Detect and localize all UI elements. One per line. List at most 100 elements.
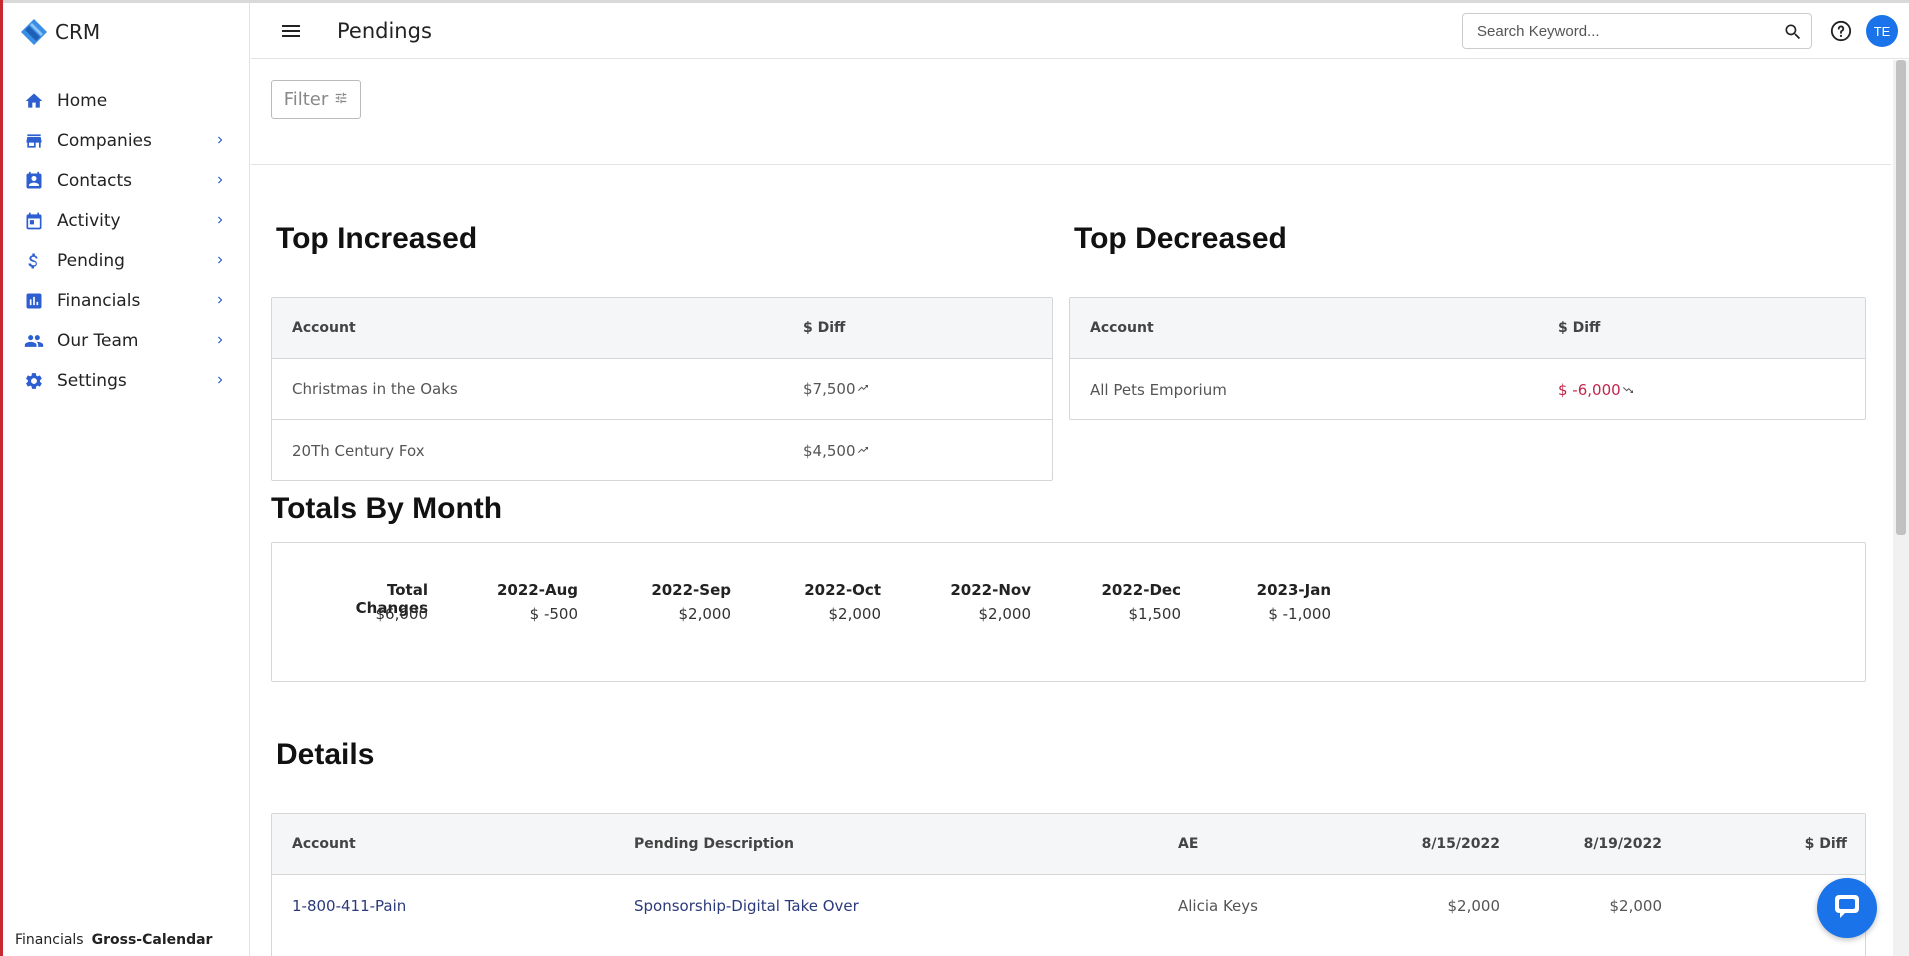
sidebar-footer-breadcrumb: Financials Gross-Calendar — [15, 932, 212, 948]
user-avatar[interactable]: TE — [1866, 15, 1898, 47]
table-row[interactable]: Christmas in the Oaks $7,500 — [272, 359, 1052, 420]
sidebar-item-companies[interactable]: Companies — [3, 121, 250, 161]
scrollbar-thumb[interactable] — [1896, 60, 1906, 535]
sidebar-nav: Home Companies Contacts Activity Pending… — [3, 81, 250, 401]
column-header-ae[interactable]: AE — [1178, 814, 1198, 874]
vertical-scrollbar[interactable] — [1893, 60, 1909, 956]
column-header-date-2[interactable]: 8/19/2022 — [1534, 814, 1662, 874]
top-decreased-title: Top Decreased — [1074, 222, 1287, 255]
month-column: 2022-Aug $ -500 — [472, 581, 578, 623]
column-header-account[interactable]: Account — [1090, 298, 1154, 358]
date-1-cell: $2,000 — [1447, 896, 1501, 915]
bar-chart-icon — [23, 290, 45, 312]
table-row[interactable]: All Pets Emporium $ -6,000 — [1070, 359, 1865, 420]
month-label: 2022-Oct — [804, 581, 881, 599]
sidebar-item-pending[interactable]: Pending — [3, 241, 250, 281]
diff-value: $ -6,000 — [1558, 380, 1621, 399]
tune-icon — [334, 89, 348, 110]
month-value: $ -500 — [529, 605, 578, 623]
table-header: Account Pending Description AE 8/15/2022… — [272, 814, 1865, 875]
month-label: 2023-Jan — [1256, 581, 1331, 599]
month-value: $6,000 — [375, 605, 429, 623]
sidebar-item-label: Our Team — [57, 331, 139, 351]
chevron-right-icon — [210, 170, 230, 190]
diff-value: $4,500 — [803, 441, 856, 460]
column-header-diff[interactable]: $ Diff — [1558, 298, 1600, 358]
hamburger-menu-icon[interactable] — [281, 21, 301, 41]
month-value: $2,000 — [978, 605, 1032, 623]
sidebar-item-contacts[interactable]: Contacts — [3, 161, 250, 201]
footer-view[interactable]: Gross-Calendar — [92, 932, 213, 948]
column-header-diff[interactable]: $ Diff — [803, 298, 845, 358]
chevron-right-icon — [210, 330, 230, 350]
month-label: 2022-Nov — [950, 581, 1031, 599]
column-header-diff[interactable]: $ Diff — [1732, 814, 1847, 874]
totals-by-month-title: Totals By Month — [271, 492, 503, 525]
table-row[interactable]: 20Th Century Fox $4,500 — [272, 420, 1052, 481]
trending-down-icon — [1622, 381, 1634, 399]
help-icon[interactable] — [1830, 20, 1852, 42]
diff-cell: $4,500 — [803, 420, 869, 481]
search-icon[interactable] — [1783, 22, 1803, 42]
month-value: $2,000 — [678, 605, 732, 623]
sidebar-item-activity[interactable]: Activity — [3, 201, 250, 241]
home-icon — [23, 90, 45, 112]
sidebar-item-label: Pending — [57, 251, 125, 271]
top-decreased-table: Account $ Diff All Pets Emporium $ -6,00… — [1069, 297, 1866, 420]
sidebar-item-label: Contacts — [57, 171, 132, 191]
month-column: 2023-Jan $ -1,000 — [1225, 581, 1331, 623]
account-cell: 20Th Century Fox — [292, 441, 425, 460]
details-table: Account Pending Description AE 8/15/2022… — [271, 813, 1866, 956]
footer-section[interactable]: Financials — [15, 932, 84, 948]
sidebar-item-settings[interactable]: Settings — [3, 361, 250, 401]
month-label: 2022-Dec — [1101, 581, 1182, 599]
month-column: 2022-Nov $2,000 — [925, 581, 1031, 623]
chat-bubble-icon — [1832, 892, 1862, 924]
month-column: 2022-Dec $1,500 — [1075, 581, 1182, 623]
crm-logo-icon — [19, 17, 49, 47]
column-header-date-1[interactable]: 8/15/2022 — [1372, 814, 1500, 874]
account-cell: Christmas in the Oaks — [292, 380, 458, 398]
month-column: Total Changes $6,000 — [322, 581, 428, 623]
page-title: Pendings — [337, 19, 432, 43]
sidebar-item-financials[interactable]: Financials — [3, 281, 250, 321]
main-content: Filter Top Increased Account $ Diff Chri… — [251, 60, 1891, 956]
chat-button[interactable] — [1817, 878, 1877, 938]
diff-value: $7,500 — [803, 380, 856, 398]
trending-up-icon — [857, 442, 869, 460]
sidebar-item-label: Home — [57, 91, 108, 111]
search-input[interactable] — [1477, 22, 1777, 40]
account-link[interactable]: 1-800-411-Pain — [292, 875, 406, 936]
month-value: $ -1,000 — [1268, 605, 1331, 623]
top-increased-table: Account $ Diff Christmas in the Oaks $7,… — [271, 297, 1053, 481]
sidebar-item-home[interactable]: Home — [3, 81, 250, 121]
people-icon — [23, 330, 45, 352]
store-icon — [23, 130, 45, 152]
sidebar-item-our-team[interactable]: Our Team — [3, 321, 250, 361]
filter-bar: Filter — [251, 60, 1891, 165]
month-label: 2022-Sep — [651, 581, 731, 599]
table-row[interactable]: 1-800-411-Pain Sponsorship-Digital Take … — [272, 875, 1865, 936]
sidebar: CRM Home Companies Contacts Activity Pen… — [3, 3, 250, 956]
column-header-description[interactable]: Pending Description — [634, 814, 794, 874]
month-value: $1,500 — [1128, 605, 1182, 623]
month-column: 2022-Oct $2,000 — [775, 581, 881, 623]
chevron-right-icon — [210, 130, 230, 150]
month-value: $2,000 — [828, 605, 882, 623]
chevron-right-icon — [210, 210, 230, 230]
app-logo[interactable]: CRM — [19, 17, 100, 47]
description-link[interactable]: Sponsorship-Digital Take Over — [634, 875, 859, 936]
column-header-account[interactable]: Account — [292, 298, 356, 358]
column-header-account[interactable]: Account — [292, 814, 356, 874]
calendar-icon — [23, 210, 45, 232]
filter-button[interactable]: Filter — [271, 80, 361, 119]
filter-label: Filter — [283, 89, 329, 110]
date-2-cell: $2,000 — [1609, 896, 1663, 915]
chevron-right-icon — [210, 370, 230, 390]
diff-cell: $7,500 — [803, 359, 869, 419]
search-box — [1462, 13, 1812, 49]
gear-icon — [23, 370, 45, 392]
chevron-right-icon — [210, 290, 230, 310]
app-name: CRM — [55, 20, 101, 44]
contact-card-icon — [23, 170, 45, 192]
